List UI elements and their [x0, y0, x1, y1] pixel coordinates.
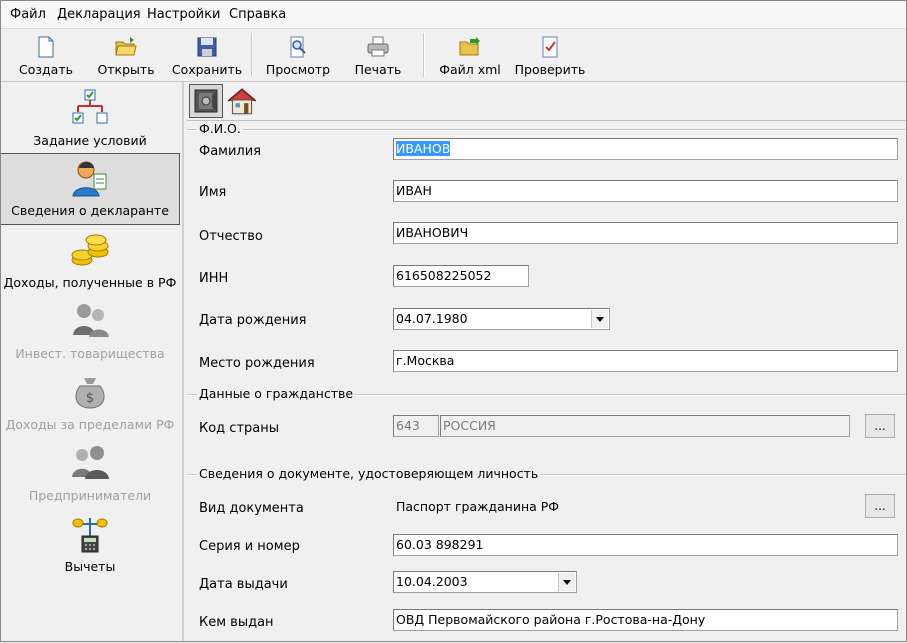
document-type-field: Паспорт гражданина РФ	[393, 496, 850, 518]
menu-settings[interactable]: Настройки	[147, 6, 220, 24]
sidebar-item-deductions[interactable]: Вычеты	[0, 510, 180, 580]
tab-personal-data[interactable]	[189, 84, 223, 118]
safe-icon	[194, 89, 218, 113]
sidebar-item-label: Доходы за пределами РФ	[5, 417, 175, 432]
sidebar: Задание условий Сведения о декларанте До…	[0, 82, 182, 642]
coins-icon	[71, 234, 109, 266]
document-type-label: Вид документа	[199, 501, 304, 516]
print-label: Печать	[354, 62, 402, 77]
issue-date-picker[interactable]: 10.04.2003	[393, 571, 577, 593]
save-label: Сохранить	[171, 62, 243, 77]
issue-date-label: Дата выдачи	[199, 577, 288, 592]
select-document-button[interactable]: ...	[865, 494, 895, 518]
sidebar-item-income-rf[interactable]: Доходы, полученные в РФ	[0, 226, 180, 296]
panel-splitter[interactable]	[182, 82, 184, 642]
sidebar-item-label: Доходы, полученные в РФ	[3, 275, 177, 290]
preview-button[interactable]: Просмотр	[262, 33, 334, 79]
section-tabs	[187, 83, 907, 119]
surname-field[interactable]: ИВАНОВ	[393, 138, 898, 160]
sidebar-item-entrepreneurs[interactable]: Предприниматели	[0, 439, 180, 509]
birthplace-field[interactable]: г.Москва	[393, 350, 898, 372]
businessmen-icon	[72, 446, 109, 479]
birthdate-picker[interactable]: 04.07.1980	[393, 308, 610, 330]
surname-label: Фамилия	[199, 144, 261, 159]
sidebar-item-label: Сведения о декларанте	[11, 203, 169, 218]
birthplace-label: Место рождения	[199, 356, 315, 371]
chevron-down-icon[interactable]	[591, 310, 608, 328]
preview-label: Просмотр	[265, 62, 331, 77]
xml-file-label: Файл xml	[439, 62, 501, 77]
issued-by-field[interactable]: ОВД Первомайского района г.Ростова-на-До…	[393, 609, 898, 631]
sidebar-item-label: Задание условий	[33, 133, 147, 148]
name-label: Имя	[199, 185, 227, 200]
chevron-down-icon[interactable]	[558, 573, 575, 591]
birthdate-value: 04.07.1980	[396, 311, 468, 326]
issue-date-value: 10.04.2003	[396, 574, 468, 589]
printer-icon	[367, 36, 389, 57]
select-country-button[interactable]: ...	[865, 414, 895, 438]
flowchart-icon	[72, 89, 108, 124]
toolbar-separator	[423, 33, 425, 77]
sidebar-item-label: Предприниматели	[28, 488, 152, 503]
sidebar-item-label: Инвест. товарищества	[15, 346, 165, 361]
open-label: Открыть	[97, 62, 155, 77]
patronymic-label: Отчество	[199, 229, 263, 244]
issued-by-label: Кем выдан	[199, 615, 274, 630]
partners-icon	[73, 304, 109, 337]
sidebar-item-invest[interactable]: Инвест. товарищества	[0, 297, 180, 367]
create-button[interactable]: Создать	[14, 33, 78, 79]
floppy-disk-icon	[197, 37, 217, 57]
menu-help[interactable]: Справка	[229, 6, 286, 24]
sidebar-item-declarant[interactable]: Сведения о декларанте	[0, 153, 180, 225]
create-label: Создать	[19, 62, 73, 77]
open-folder-icon	[115, 37, 137, 56]
save-button[interactable]: Сохранить	[170, 33, 244, 79]
series-number-field[interactable]: 60.03 898291	[393, 534, 898, 556]
patronymic-field[interactable]: ИВАНОВИЧ	[393, 222, 898, 244]
export-folder-icon	[459, 37, 480, 56]
group-title-document: Сведения о документе, удостоверяющем лич…	[197, 466, 541, 481]
menu-declaration[interactable]: Декларация	[57, 6, 141, 24]
country-name-field: РОССИЯ	[440, 415, 850, 437]
birthdate-label: Дата рождения	[199, 313, 307, 328]
money-bag-icon: $	[75, 378, 105, 409]
country-code-field: 643	[393, 415, 439, 437]
declarant-form: Ф.И.О. Фамилия ИВАНОВ Имя ИВАН Отчество …	[187, 120, 907, 643]
menu-file[interactable]: Файл	[10, 6, 46, 24]
tab-address[interactable]	[225, 84, 259, 118]
name-field[interactable]: ИВАН	[393, 180, 898, 202]
svg-text:$: $	[86, 391, 94, 406]
inn-field[interactable]: 616508225052	[393, 265, 529, 287]
toolbar: Создать Открыть Сохранить Просмотр Печат…	[0, 29, 907, 82]
check-button[interactable]: Проверить	[512, 33, 588, 79]
series-number-label: Серия и номер	[199, 539, 300, 554]
group-title-citizenship: Данные о гражданстве	[197, 386, 356, 401]
group-title-fio: Ф.И.О.	[197, 121, 243, 136]
print-button[interactable]: Печать	[346, 33, 410, 79]
surname-value: ИВАНОВ	[396, 141, 451, 156]
person-icon	[72, 161, 107, 197]
xml-file-button[interactable]: Файл xml	[436, 33, 504, 79]
toolbar-separator	[251, 33, 253, 77]
country-code-label: Код страны	[199, 421, 280, 436]
inn-label: ИНН	[199, 271, 229, 286]
open-button[interactable]: Открыть	[92, 33, 160, 79]
magnifier-page-icon	[290, 36, 306, 58]
menu-bar: Файл Декларация Настройки Справка	[0, 0, 907, 29]
new-document-icon	[38, 36, 54, 58]
sidebar-item-conditions[interactable]: Задание условий	[0, 84, 180, 154]
sidebar-item-income-abroad[interactable]: $ Доходы за пределами РФ	[0, 368, 180, 438]
group-divider	[187, 129, 907, 131]
sidebar-item-label: Вычеты	[64, 559, 116, 574]
scales-calculator-icon	[72, 518, 108, 553]
checklist-icon	[542, 36, 558, 58]
check-label: Проверить	[514, 62, 586, 77]
house-icon	[227, 88, 257, 115]
